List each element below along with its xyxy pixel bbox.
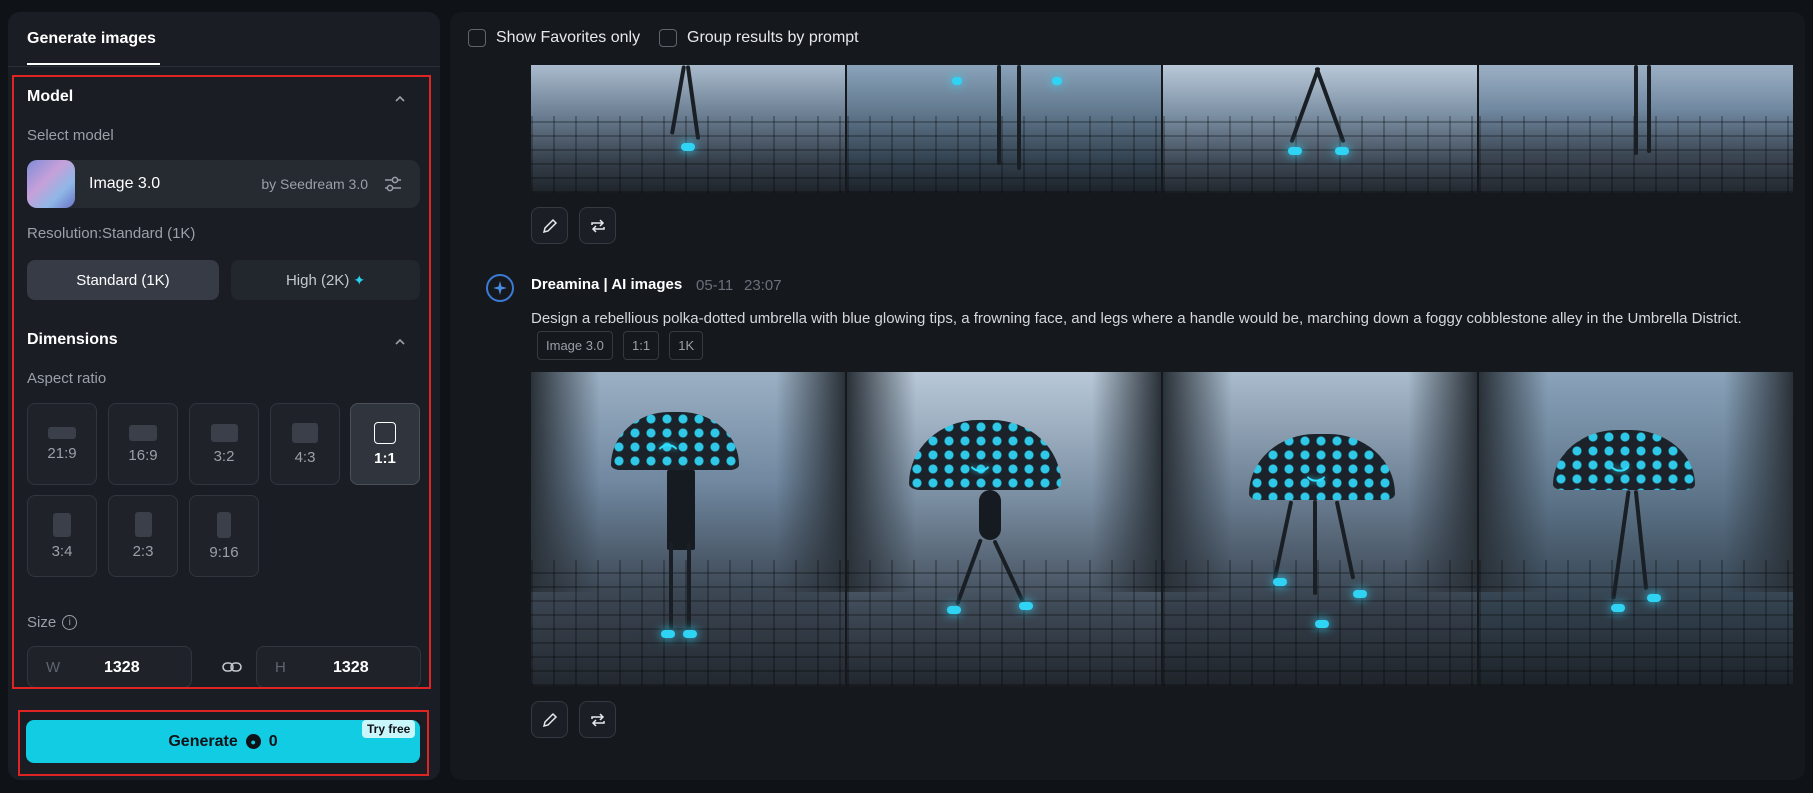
result-date: 05-11 <box>696 277 734 294</box>
active-tab-indicator <box>27 63 160 65</box>
tag-model: Image 3.0 <box>537 331 613 360</box>
prompt-text: Design a rebellious polka-dotted umbrell… <box>531 310 1742 327</box>
group-checkbox[interactable] <box>659 29 677 47</box>
results-area: Show Favorites only Group results by pro… <box>450 12 1805 780</box>
regenerate-button[interactable] <box>579 207 616 244</box>
repeat-icon <box>590 218 605 233</box>
favorites-checkbox[interactable] <box>468 29 486 47</box>
pencil-icon <box>542 712 557 727</box>
regenerate-button[interactable] <box>579 701 616 738</box>
pencil-icon <box>542 218 557 233</box>
generated-image[interactable]: ︶ <box>847 372 1161 686</box>
favorites-label: Show Favorites only <box>496 29 641 46</box>
edit-button[interactable] <box>531 207 568 244</box>
result-prompt[interactable]: Design a rebellious polka-dotted umbrell… <box>531 306 1796 360</box>
tag-ratio: 1:1 <box>623 331 660 360</box>
generated-image[interactable] <box>847 65 1161 193</box>
credit-icon: ● <box>245 734 261 749</box>
divider <box>8 66 440 67</box>
generated-image[interactable] <box>1479 65 1793 193</box>
generated-image[interactable]: ⌒ <box>531 372 845 686</box>
tab-generate-images[interactable]: Generate images <box>27 30 156 48</box>
credit-count: 0 <box>268 732 278 750</box>
generated-image[interactable]: ︶ <box>1163 372 1477 686</box>
generated-image[interactable]: ︶ <box>1479 372 1793 686</box>
dreamina-avatar <box>486 274 514 302</box>
group-label: Group results by prompt <box>687 29 859 46</box>
generate-label: Generate <box>168 732 238 750</box>
generated-image[interactable] <box>531 65 845 193</box>
result-author: Dreamina | AI images <box>531 276 683 293</box>
generated-image[interactable] <box>1163 65 1477 193</box>
star-logo-icon <box>493 281 507 295</box>
edit-button[interactable] <box>531 701 568 738</box>
previous-image-strip <box>531 65 1793 193</box>
result-image-strip: ⌒ ︶ ︶ ︶ <box>531 372 1793 686</box>
try-free-badge: Try free <box>362 720 416 738</box>
generate-button[interactable]: Generate ● 0 <box>26 720 420 763</box>
result-time: 23:07 <box>744 277 782 294</box>
favorites-filter[interactable]: Show Favorites only <box>468 29 640 47</box>
repeat-icon <box>590 712 605 727</box>
settings-highlight-box <box>12 75 431 689</box>
group-filter[interactable]: Group results by prompt <box>659 29 859 47</box>
tag-resolution: 1K <box>669 331 704 360</box>
